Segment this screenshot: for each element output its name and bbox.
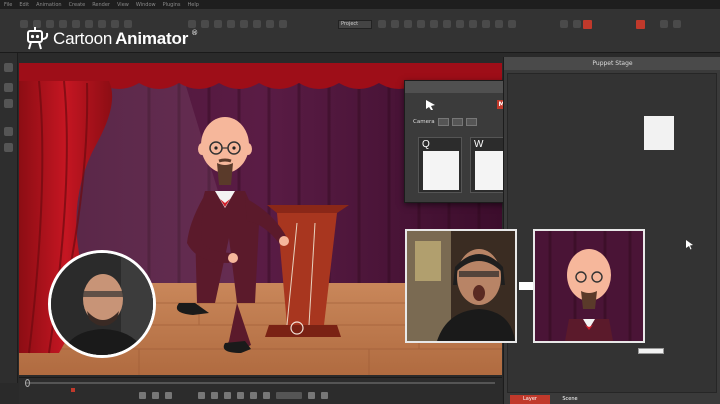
deform-icon[interactable] xyxy=(404,20,412,28)
menu-plugins[interactable]: Plugins xyxy=(163,2,181,8)
tool-select-icon[interactable] xyxy=(4,63,13,72)
mocap-icon[interactable] xyxy=(508,20,516,28)
camera-label: Camera xyxy=(413,119,435,125)
loop-icon[interactable] xyxy=(165,392,172,399)
right-panel-title: Puppet Stage xyxy=(504,57,720,70)
light-icon[interactable] xyxy=(469,20,477,28)
puppet-key-slot[interactable]: Q xyxy=(418,137,462,193)
grid-icon[interactable] xyxy=(279,20,287,28)
menu-view[interactable]: View xyxy=(117,2,129,8)
tool-camera-icon[interactable] xyxy=(4,143,13,152)
cartoon-animator-window: File Edit Animation Create Render View W… xyxy=(0,0,720,404)
pan-icon[interactable] xyxy=(240,20,248,28)
panel-button[interactable] xyxy=(638,348,664,354)
tab-scene[interactable]: Scene xyxy=(550,395,590,404)
mocap-record-icon[interactable] xyxy=(636,20,645,29)
robot-mascot-icon xyxy=(27,27,49,50)
menu-help[interactable]: Help xyxy=(188,2,199,8)
camera-button-2[interactable] xyxy=(452,118,463,126)
bone-icon[interactable] xyxy=(378,20,386,28)
webcam-capture-card xyxy=(405,229,517,343)
tool-transform-icon[interactable] xyxy=(4,83,13,92)
settings-icon[interactable] xyxy=(673,20,681,28)
rotate-icon[interactable] xyxy=(214,20,222,28)
camera-button-1[interactable] xyxy=(438,118,449,126)
frame-counter[interactable] xyxy=(276,392,302,399)
path-icon[interactable] xyxy=(456,20,464,28)
scale-icon[interactable] xyxy=(227,20,235,28)
mouse-pointer-icon[interactable] xyxy=(425,99,437,111)
tool-view-icon[interactable] xyxy=(4,127,13,136)
camera-icon[interactable] xyxy=(266,20,274,28)
result-character-image xyxy=(535,231,643,341)
panel-thumbnail[interactable] xyxy=(644,116,674,150)
mask-icon[interactable] xyxy=(560,20,568,28)
layout-icon[interactable] xyxy=(660,20,668,28)
toolbar-group-right xyxy=(560,20,581,30)
zoom-icon[interactable] xyxy=(253,20,261,28)
move-icon[interactable] xyxy=(201,20,209,28)
camera-buttons xyxy=(438,118,477,126)
timeline-bar xyxy=(19,377,502,404)
zoom-timeline-icon[interactable] xyxy=(308,392,315,399)
timeline-scrubber[interactable] xyxy=(25,382,495,384)
puppet-key-label: W xyxy=(474,139,484,150)
prev-frame-icon[interactable] xyxy=(152,392,159,399)
first-frame-icon[interactable] xyxy=(139,392,146,399)
registered-mark: ® xyxy=(191,29,199,37)
playback-controls xyxy=(139,392,328,399)
stop-icon[interactable] xyxy=(211,392,218,399)
camera-button-3[interactable] xyxy=(466,118,477,126)
menu-edit[interactable]: Edit xyxy=(19,2,29,8)
menu-bar: File Edit Animation Create Render View W… xyxy=(0,0,720,9)
toolbar-group-end xyxy=(660,20,681,30)
right-panel-tabs: Layer Scene xyxy=(504,395,720,404)
preset-dropdown[interactable]: Project xyxy=(338,20,372,29)
playhead-icon[interactable] xyxy=(25,379,30,387)
audio-icon[interactable] xyxy=(482,20,490,28)
next-frame-icon[interactable] xyxy=(224,392,231,399)
record-frame-icon[interactable] xyxy=(250,392,257,399)
marker-icon[interactable] xyxy=(263,392,270,399)
left-tool-strip xyxy=(0,53,18,383)
play-icon[interactable] xyxy=(198,392,205,399)
keyframe-marker[interactable] xyxy=(71,388,75,392)
last-frame-icon[interactable] xyxy=(237,392,244,399)
logo-word-animator: Animator xyxy=(115,29,189,48)
effect-icon[interactable] xyxy=(495,20,503,28)
mouse-cursor-icon xyxy=(686,240,693,250)
toolbar-group-tools xyxy=(378,20,516,30)
layer-icon[interactable] xyxy=(573,20,581,28)
record-icon[interactable] xyxy=(583,20,592,29)
menu-file[interactable]: File xyxy=(4,2,12,8)
sprite-icon[interactable] xyxy=(391,20,399,28)
motion-icon[interactable] xyxy=(430,20,438,28)
menu-render[interactable]: Render xyxy=(92,2,110,8)
animated-result-card xyxy=(533,229,645,343)
menu-animation[interactable]: Animation xyxy=(36,2,62,8)
toolbar-group-transform xyxy=(188,20,287,30)
tab-layer[interactable]: Layer xyxy=(510,395,550,404)
cartoon-animator-logo: Cartoon Animator ® xyxy=(22,27,198,51)
puppet-icon[interactable] xyxy=(443,20,451,28)
settings-timeline-icon[interactable] xyxy=(321,392,328,399)
presenter-webcam xyxy=(48,250,156,358)
menu-create[interactable]: Create xyxy=(69,2,86,8)
face-icon[interactable] xyxy=(417,20,425,28)
menu-window[interactable]: Window xyxy=(136,2,156,8)
webcam-image xyxy=(407,231,515,341)
logo-word-cartoon: Cartoon xyxy=(53,29,113,48)
puppet-key-label: Q xyxy=(422,139,430,150)
puppet-key-thumbnail xyxy=(423,151,459,190)
tool-brush-icon[interactable] xyxy=(4,99,13,108)
